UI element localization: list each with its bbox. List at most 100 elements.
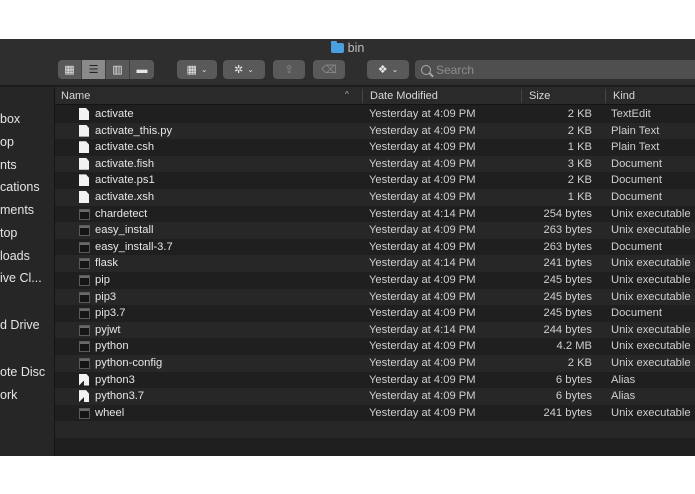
gear-icon: ✲ (234, 64, 244, 76)
file-date: Yesterday at 4:09 PM (369, 240, 476, 253)
file-name: activate.ps1 (95, 174, 155, 187)
file-date: Yesterday at 4:09 PM (369, 124, 476, 137)
sidebar-item[interactable]: nts (0, 158, 17, 172)
file-row[interactable]: pip3.7 Yesterday at 4:09 PM 245 bytes Docum… (55, 305, 695, 322)
grid-icon: ▦ (64, 64, 75, 76)
sidebar-item[interactable]: ive Cl... (0, 271, 42, 285)
sidebar-item[interactable]: cations (0, 180, 40, 194)
list-icon: ☰ (88, 64, 99, 76)
file-date: Yesterday at 4:09 PM (369, 273, 476, 286)
file-size: 245 bytes (543, 307, 592, 320)
file-kind: Document (611, 157, 662, 170)
column-divider[interactable] (521, 89, 522, 103)
file-size: 4.2 MB (556, 340, 592, 353)
file-size: 245 bytes (543, 290, 592, 303)
window-title: bin (0, 41, 695, 55)
file-row[interactable]: pip Yesterday at 4:09 PM 245 bytes Unix exe… (55, 272, 695, 289)
group-button[interactable]: ▦ ⌄ (177, 60, 217, 79)
sidebar-item[interactable]: loads (0, 249, 30, 263)
sort-ascending-icon: ^ (345, 90, 349, 99)
file-row[interactable]: python3 Yesterday at 4:09 PM 6 bytes Alias (55, 372, 695, 389)
file-row[interactable]: activate Yesterday at 4:09 PM 2 KB TextEdit (55, 106, 695, 123)
action-button[interactable]: ✲ ⌄ (223, 60, 265, 79)
file-row[interactable]: python-config Yesterday at 4:09 PM 2 KB Uni… (55, 354, 695, 372)
sidebar-item[interactable]: d Drive (0, 318, 40, 332)
file-row[interactable]: easy_install Yesterday at 4:09 PM 263 byte… (55, 222, 695, 239)
sidebar-item[interactable]: ork (0, 388, 17, 402)
share-button[interactable]: ⇪ (273, 60, 305, 79)
file-date: Yesterday at 4:09 PM (369, 373, 476, 386)
file-name: pip (95, 273, 110, 286)
tag-icon: ⌫ (321, 64, 337, 76)
chevron-down-icon: ⌄ (391, 65, 399, 74)
file-kind: Alias (611, 390, 636, 403)
file-row[interactable]: activate.xsh Yesterday at 4:09 PM 1 KB Docu… (55, 188, 695, 206)
document-icon (79, 124, 89, 137)
view-mode-control: ▦ ☰ ▥ ▬ (58, 60, 154, 79)
file-date: Yesterday at 4:09 PM (369, 174, 476, 187)
file-row[interactable]: flask Yesterday at 4:14 PM 241 bytes Unix e… (55, 255, 695, 272)
column-divider[interactable] (605, 89, 606, 103)
file-date: Yesterday at 4:09 PM (369, 307, 476, 320)
file-date: Yesterday at 4:14 PM (369, 257, 476, 270)
column-view-button[interactable]: ▥ (106, 60, 130, 79)
file-row[interactable]: pyjwt Yesterday at 4:14 PM 244 bytes Unix e… (55, 321, 695, 339)
file-kind: TextEdit (611, 108, 651, 120)
file-name: python-config (95, 356, 163, 369)
file-row[interactable]: python Yesterday at 4:09 PM 4.2 MB Unix exe… (55, 338, 695, 355)
file-size: 3 KB (567, 157, 592, 170)
file-date: Yesterday at 4:09 PM (369, 406, 476, 419)
file-row[interactable]: activate_this.py Yesterday at 4:09 PM 2 KB… (55, 122, 695, 140)
column-kind-header[interactable]: Kind (613, 90, 635, 102)
file-size: 241 bytes (543, 257, 592, 270)
sidebar-item[interactable]: top (0, 226, 17, 240)
file-name: python (95, 340, 129, 353)
file-name: python3 (95, 373, 135, 386)
file-name: pyjwt (95, 323, 121, 336)
sidebar-item[interactable]: ments (0, 203, 34, 217)
file-size: 263 bytes (543, 224, 592, 237)
column-name-header[interactable]: Name (61, 90, 90, 102)
file-row[interactable]: pip3 Yesterday at 4:09 PM 245 bytes Unix ex… (55, 288, 695, 306)
window-title-text: bin (347, 41, 365, 55)
file-kind: Document (611, 174, 662, 187)
file-row[interactable]: easy_install-3.7 Yesterday at 4:09 PM 263 … (55, 239, 695, 256)
executable-icon (79, 341, 90, 353)
dropbox-button[interactable]: ❖ ⌄ (367, 60, 409, 79)
file-row[interactable]: activate.ps1 Yesterday at 4:09 PM 2 KB Docu… (55, 172, 695, 189)
file-name: easy_install (95, 224, 154, 237)
column-size-header[interactable]: Size (529, 90, 550, 102)
file-date: Yesterday at 4:09 PM (369, 290, 476, 303)
file-size: 241 bytes (543, 406, 592, 419)
file-kind: Unix executable (611, 273, 691, 286)
file-row[interactable]: activate.csh Yesterday at 4:09 PM 1 KB Plai… (55, 139, 695, 156)
gallery-icon: ▬ (136, 63, 148, 76)
file-date: Yesterday at 4:14 PM (369, 323, 476, 336)
column-divider[interactable] (362, 89, 363, 103)
column-date-header[interactable]: Date Modified (370, 90, 438, 102)
file-size: 1 KB (567, 190, 592, 203)
file-row[interactable]: chardetect Yesterday at 4:14 PM 254 bytes U… (55, 206, 695, 223)
file-row[interactable]: activate.fish Yesterday at 4:09 PM 3 KB Doc… (55, 155, 695, 173)
list-view-button[interactable]: ☰ (82, 60, 106, 79)
search-placeholder: Search (436, 62, 475, 77)
file-name: activate.xsh (95, 190, 155, 203)
gallery-view-button[interactable]: ▬ (130, 60, 154, 79)
sidebar-item[interactable]: box (0, 112, 20, 126)
file-row[interactable]: python3.7 Yesterday at 4:09 PM 6 bytes Alia… (55, 388, 695, 405)
search-icon (421, 64, 431, 75)
file-name: activate.fish (95, 157, 155, 170)
toolbar: bin ▦ ☰ ▥ ▬ ▦ ⌄ ✲ ⌄ ⇪ ⌫ ❖ ⌄ Search (0, 39, 695, 86)
document-icon (79, 141, 89, 154)
file-date: Yesterday at 4:09 PM (369, 340, 476, 353)
file-kind: Unix executable (611, 406, 691, 419)
tag-button[interactable]: ⌫ (313, 60, 345, 79)
finder-window: bin ▦ ☰ ▥ ▬ ▦ ⌄ ✲ ⌄ ⇪ ⌫ ❖ ⌄ Search box op (0, 39, 695, 456)
file-kind: Unix executable (611, 323, 691, 336)
search-input[interactable]: Search (415, 60, 695, 79)
icon-view-button[interactable]: ▦ (58, 60, 82, 79)
file-row[interactable]: wheel Yesterday at 4:09 PM 241 bytes Unix e… (55, 405, 695, 422)
sidebar-item[interactable]: op (0, 135, 14, 149)
file-date: Yesterday at 4:09 PM (369, 224, 476, 237)
sidebar-item[interactable]: ote Disc (0, 365, 45, 379)
